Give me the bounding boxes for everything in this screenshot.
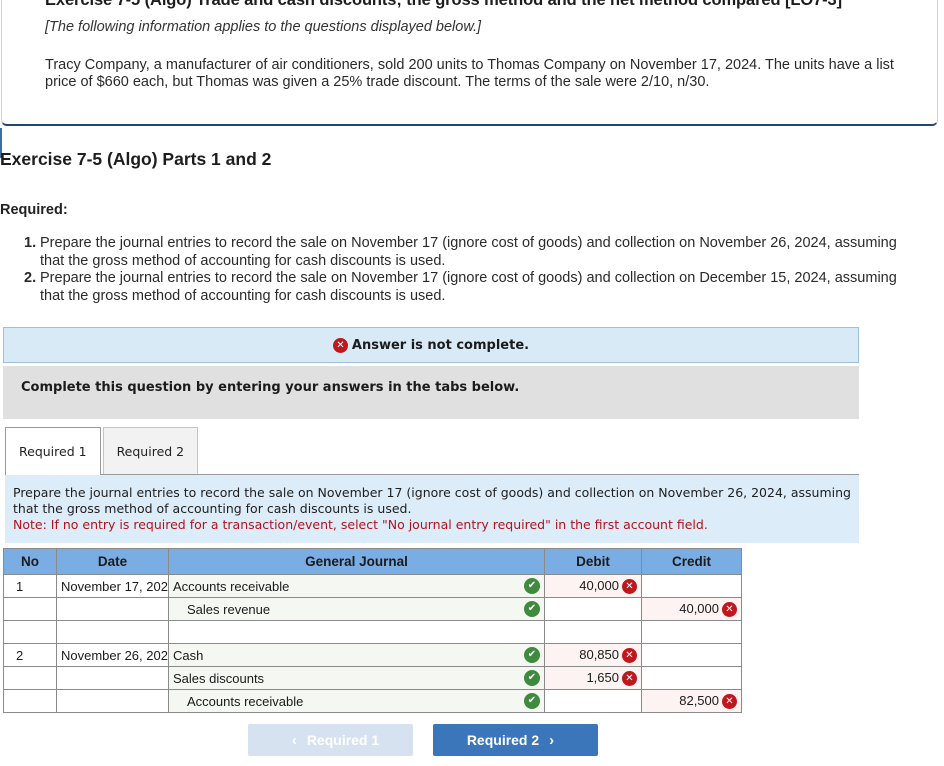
general-journal-table: No Date General Journal Debit Credit 1 No… [3,548,742,713]
debit-field[interactable]: 80,850 ✕ [544,643,642,667]
account-name: Accounts receivable [173,578,290,594]
account-name: Sales revenue [187,601,271,617]
date-field[interactable] [56,666,169,690]
debit-field[interactable]: 40,000 ✕ [544,574,642,598]
x-circle-icon: ✕ [622,648,637,664]
tab-required-1[interactable]: Required 1 [5,427,101,475]
entry-number [3,620,57,644]
x-circle-icon: ✕ [622,579,637,595]
prev-required-1-button[interactable]: ‹ Required 1 [248,724,413,756]
required-list: 1. Prepare the journal entries to record… [24,235,914,305]
required-item: 1. Prepare the journal entries to record… [24,235,914,270]
exercise-subtitle: [The following information applies to th… [45,19,482,35]
journal-row: Sales discounts ✔ 1,650 ✕ [3,666,742,690]
entry-number [3,689,57,713]
credit-field[interactable] [641,666,742,690]
credit-field[interactable]: 82,500 ✕ [641,689,742,713]
chevron-right-icon: › [549,731,555,749]
header-credit: Credit [641,548,742,575]
date-field[interactable] [56,689,169,713]
date-field[interactable]: November 26, 202 [56,643,169,667]
header-no: No [3,548,57,575]
x-circle-icon: ✕ [622,671,637,687]
account-field[interactable]: Accounts receivable ✔ [168,574,545,598]
next-button-label: Required 2 [466,732,540,748]
entry-number [3,666,57,690]
instructions: Complete this question by entering your … [3,366,859,419]
x-circle-icon: ✕ [332,337,348,353]
credit-field[interactable]: 40,000 ✕ [641,597,742,621]
credit-field[interactable] [641,574,742,598]
date-field[interactable] [56,597,169,621]
required-item-number: 1. [24,235,37,251]
required-label: Required: [0,202,68,218]
prev-button-label: Required 1 [306,732,380,748]
required-item-number: 2. [24,270,37,286]
journal-row: 2 November 26, 202 Cash ✔ 80,850 ✕ [3,643,742,667]
prompt-note: Note: If no entry is required for a tran… [13,517,708,532]
credit-field[interactable] [641,643,742,667]
journal-row: Sales revenue ✔ 40,000 ✕ [3,597,742,621]
answer-status-banner: ✕ Answer is not complete. [3,327,859,363]
header-debit: Debit [544,548,642,575]
check-circle-icon: ✔ [524,670,540,686]
journal-row [3,620,742,644]
header-general-journal: General Journal [168,548,545,575]
account-name: Sales discounts [173,670,265,686]
debit-field[interactable] [544,689,642,713]
journal-header-row: No Date General Journal Debit Credit [3,548,742,575]
required-item: 2. Prepare the journal entries to record… [24,270,914,305]
account-field[interactable]: Sales revenue ✔ [168,597,545,621]
debit-field[interactable] [544,597,642,621]
exercise-description: Tracy Company, a manufacturer of air con… [45,57,894,90]
prompt-text: Prepare the journal entries to record th… [13,485,851,516]
tab-bar: Required 1 Required 2 [5,427,199,475]
exercise-info-box: Exercise 7-5 (Algo) Trade and cash disco… [1,0,938,126]
account-field[interactable]: Cash ✔ [168,643,545,667]
entry-number: 1 [3,574,57,598]
debit-value: 80,850 [579,646,619,662]
entry-number: 2 [3,643,57,667]
debit-value: 1,650 [586,669,619,685]
credit-field[interactable] [641,620,742,644]
check-circle-icon: ✔ [524,647,540,663]
x-circle-icon: ✕ [722,694,737,710]
debit-field[interactable] [544,620,642,644]
entry-number [3,597,57,621]
tab-required-2[interactable]: Required 2 [102,427,199,474]
check-circle-icon: ✔ [524,578,540,594]
check-circle-icon: ✔ [524,601,540,617]
account-field[interactable]: Accounts receivable ✔ [168,689,545,713]
journal-row: 1 November 17, 202 Accounts receivable ✔ 40,… [3,574,742,598]
account-name: Cash [173,647,204,663]
header-date: Date [56,548,169,575]
date-field[interactable] [56,620,169,644]
required-item-text: Prepare the journal entries to record th… [40,270,897,304]
debit-field[interactable]: 1,650 ✕ [544,666,642,690]
credit-value: 40,000 [679,600,719,616]
next-required-2-button[interactable]: Required 2 › [433,724,598,756]
question-prompt: Prepare the journal entries to record th… [5,475,859,543]
exercise-title: Exercise 7-5 (Algo) Trade and cash disco… [45,0,843,9]
required-item-text: Prepare the journal entries to record th… [40,235,897,269]
answer-status-text: Answer is not complete. [351,337,530,353]
journal-row: Accounts receivable ✔ 82,500 ✕ [3,689,742,713]
debit-value: 40,000 [579,577,619,593]
account-name: Accounts receivable [187,693,304,709]
chevron-left-icon: ‹ [291,731,297,749]
account-field[interactable] [168,620,545,644]
date-field[interactable]: November 17, 202 [56,574,169,598]
part-title: Exercise 7-5 (Algo) Parts 1 and 2 [0,149,272,169]
account-field[interactable]: Sales discounts ✔ [168,666,545,690]
x-circle-icon: ✕ [722,602,737,618]
check-circle-icon: ✔ [524,693,540,709]
credit-value: 82,500 [679,692,719,708]
